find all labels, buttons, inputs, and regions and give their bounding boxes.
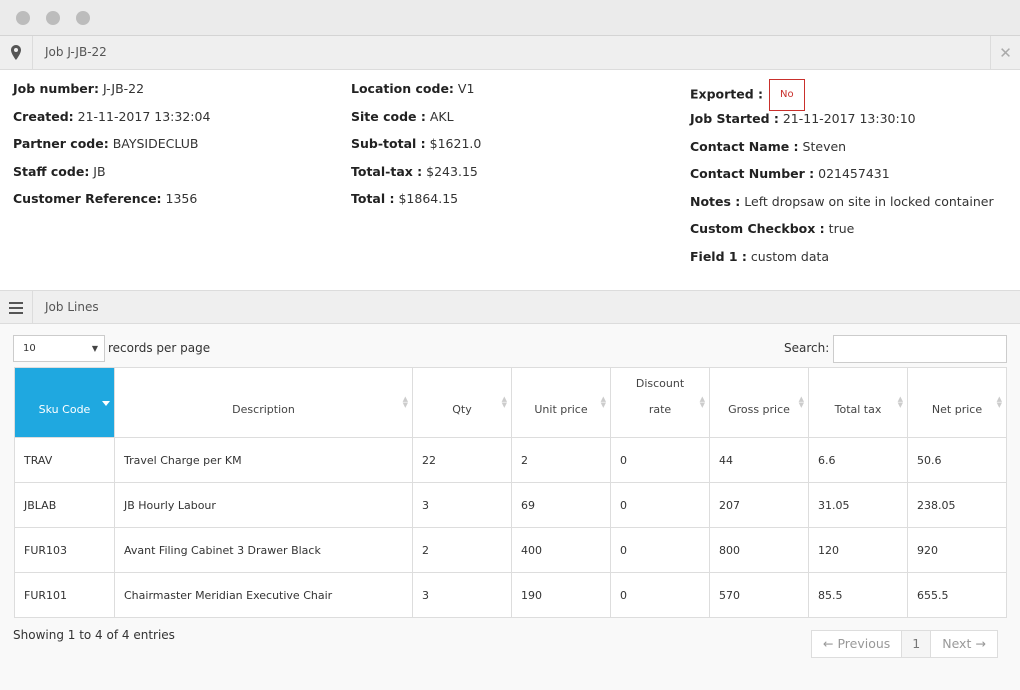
cell-gross-price: 207	[709, 482, 809, 528]
cell-total-tax: 85.5	[808, 572, 908, 618]
column-header-qty[interactable]: Qty ▲ ▼	[412, 367, 512, 438]
records-per-page-label: records per page	[108, 341, 211, 355]
job-lines-table: Sku Code Description ▲ ▼ Qty ▲ ▼ Unit price ▲…	[14, 367, 1007, 618]
column-header-total-tax[interactable]: Total tax ▲ ▼	[808, 367, 908, 438]
details-column-1: Job number: J-JB-22 Created: 21-11-2017 …	[13, 81, 210, 219]
cell-discount-rate: 0	[610, 572, 710, 618]
cell-total-tax: 6.6	[808, 437, 908, 483]
cell-qty: 22	[412, 437, 512, 483]
close-icon[interactable]: ✕	[990, 36, 1020, 69]
sort-icon: ▲ ▼	[897, 395, 903, 409]
search-input[interactable]	[833, 335, 1007, 363]
detail-staff-code: Staff code: JB	[13, 163, 106, 179]
job-lines-panel-header: Job Lines	[0, 290, 1020, 324]
cell-sku-code: JBLAB	[14, 482, 115, 528]
search-label: Search:	[784, 341, 830, 355]
detail-sub-total: Sub-total : $1621.0	[351, 136, 482, 151]
table-header-row: Sku Code Description ▲ ▼ Qty ▲ ▼ Unit price ▲…	[14, 367, 1007, 438]
detail-total-tax: Total-tax : $243.15	[351, 163, 478, 179]
column-header-discount-rate[interactable]: Discount rate ▲ ▼	[610, 367, 710, 438]
cell-net-price: 920	[907, 527, 1007, 573]
job-panel-header: Job J-JB-22 ✕	[0, 36, 1020, 70]
cell-unit-price: 190	[511, 572, 611, 618]
column-header-net-price[interactable]: Net price ▲ ▼	[907, 367, 1007, 438]
cell-gross-price: 570	[709, 572, 809, 618]
cell-description: Travel Charge per KM	[114, 437, 413, 483]
sort-icon: ▲ ▼	[402, 395, 408, 409]
dropdown-arrow-icon: ▼	[91, 344, 98, 353]
detail-created: Created: 21-11-2017 13:32:04	[13, 108, 211, 124]
cell-discount-rate: 0	[610, 482, 710, 528]
job-lines-title: Job Lines	[45, 300, 99, 314]
cell-sku-code: FUR101	[14, 572, 115, 618]
sort-icon: ▲ ▼	[699, 395, 705, 409]
records-per-page-select[interactable]: 10 ▼	[13, 335, 105, 362]
column-header-sku-code[interactable]: Sku Code	[14, 367, 115, 438]
cell-sku-code: TRAV	[14, 437, 115, 483]
window-minimize-dot[interactable]	[46, 11, 60, 25]
detail-notes: Notes : Left dropsaw on site in locked c…	[690, 193, 994, 209]
page-1-button[interactable]: 1	[901, 631, 932, 657]
exported-status-badge: No	[769, 79, 805, 111]
detail-contact-name: Contact Name : Steven	[690, 138, 847, 154]
detail-customer-reference: Customer Reference: 1356	[13, 191, 198, 206]
cell-total-tax: 120	[808, 527, 908, 573]
cell-unit-price: 69	[511, 482, 611, 528]
detail-field-1: Field 1 : custom data	[690, 248, 830, 264]
column-header-description[interactable]: Description ▲ ▼	[114, 367, 413, 438]
detail-location-code: Location code: V1	[351, 81, 475, 96]
cell-total-tax: 31.05	[808, 482, 908, 528]
cell-description: JB Hourly Labour	[114, 482, 413, 528]
cell-description: Avant Filing Cabinet 3 Drawer Black	[114, 527, 413, 573]
table-row[interactable]: TRAV Travel Charge per KM 22 2 0 44 6.6 …	[14, 437, 1007, 483]
detail-partner-code: Partner code: BAYSIDECLUB	[13, 136, 199, 151]
previous-page-button[interactable]: ← Previous	[812, 631, 901, 657]
table-row[interactable]: JBLAB JB Hourly Labour 3 69 0 207 31.05 …	[14, 482, 1007, 528]
job-panel-title: Job J-JB-22	[45, 45, 107, 59]
detail-exported: Exported : No	[690, 79, 994, 111]
job-details: Job number: J-JB-22 Created: 21-11-2017 …	[0, 70, 1020, 290]
column-header-gross-price[interactable]: Gross price ▲ ▼	[709, 367, 809, 438]
sort-icon: ▲ ▼	[996, 395, 1002, 409]
window-titlebar	[0, 0, 1020, 36]
cell-qty: 3	[412, 572, 512, 618]
cell-description: Chairmaster Meridian Executive Chair	[114, 572, 413, 618]
cell-net-price: 238.05	[907, 482, 1007, 528]
sort-icon: ▲ ▼	[798, 395, 804, 409]
cell-qty: 2	[412, 527, 512, 573]
detail-site-code: Site code : AKL	[351, 108, 454, 124]
hamburger-menu-icon[interactable]	[0, 291, 33, 324]
window-maximize-dot[interactable]	[76, 11, 90, 25]
detail-contact-number: Contact Number : 021457431	[690, 166, 890, 181]
cell-net-price: 655.5	[907, 572, 1007, 618]
details-column-2: Location code: V1 Site code : AKL Sub-to…	[351, 81, 481, 219]
job-lines-body: 10 ▼ records per page Search: Sku Code D…	[0, 324, 1020, 690]
table-row[interactable]: FUR101 Chairmaster Meridian Executive Ch…	[14, 572, 1007, 618]
detail-job-number: Job number: J-JB-22	[13, 81, 145, 96]
column-header-unit-price[interactable]: Unit price ▲ ▼	[511, 367, 611, 438]
sort-icon: ▲ ▼	[600, 395, 606, 409]
cell-unit-price: 2	[511, 437, 611, 483]
window-close-dot[interactable]	[16, 11, 30, 25]
details-column-3: Exported : No Job Started : 21-11-2017 1…	[690, 79, 994, 276]
detail-custom-checkbox: Custom Checkbox : true	[690, 221, 855, 236]
table-info: Showing 1 to 4 of 4 entries	[13, 628, 175, 642]
cell-sku-code: FUR103	[14, 527, 115, 573]
cell-qty: 3	[412, 482, 512, 528]
cell-gross-price: 44	[709, 437, 809, 483]
map-marker-icon	[0, 36, 33, 69]
cell-gross-price: 800	[709, 527, 809, 573]
table-row[interactable]: FUR103 Avant Filing Cabinet 3 Drawer Bla…	[14, 527, 1007, 573]
sort-desc-icon	[102, 401, 110, 406]
detail-job-started: Job Started : 21-11-2017 13:30:10	[690, 111, 916, 126]
pagination: ← Previous 1 Next →	[811, 630, 998, 658]
detail-total: Total : $1864.15	[351, 191, 459, 206]
cell-discount-rate: 0	[610, 527, 710, 573]
cell-net-price: 50.6	[907, 437, 1007, 483]
cell-unit-price: 400	[511, 527, 611, 573]
sort-icon: ▲ ▼	[501, 395, 507, 409]
cell-discount-rate: 0	[610, 437, 710, 483]
next-page-button[interactable]: Next →	[931, 631, 997, 657]
